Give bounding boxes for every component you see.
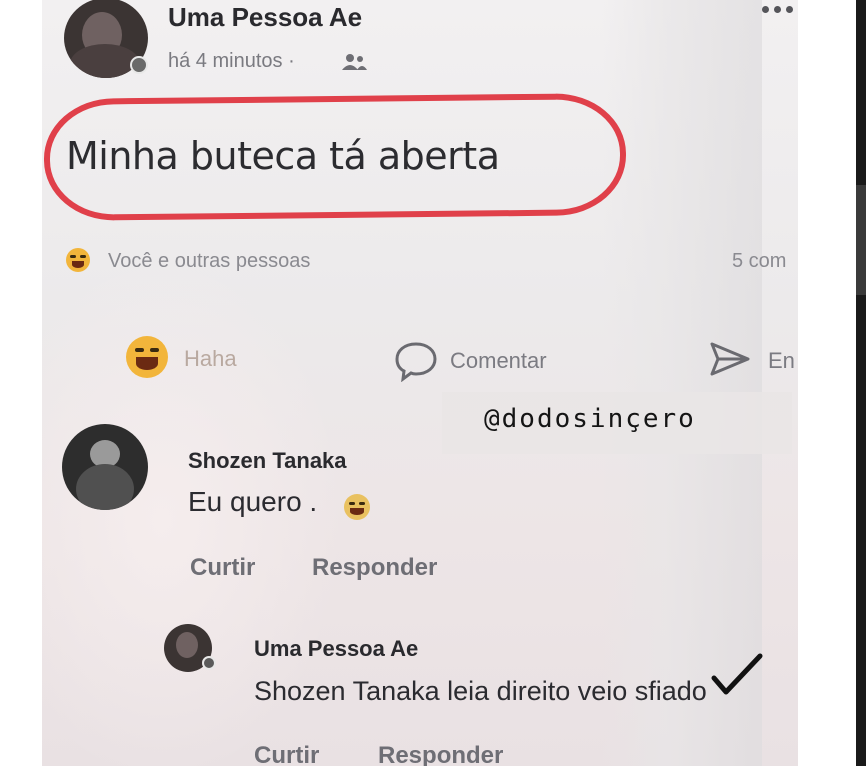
right-edge-accent bbox=[856, 185, 866, 295]
right-margin bbox=[798, 0, 856, 766]
share-button[interactable]: En bbox=[708, 338, 798, 382]
like-link[interactable]: Curtir bbox=[190, 554, 255, 582]
right-edge-bar bbox=[856, 0, 866, 766]
reply-author-name[interactable]: Uma Pessoa Ae bbox=[254, 636, 418, 662]
haha-button[interactable]: Haha bbox=[126, 336, 266, 380]
send-icon bbox=[710, 342, 750, 376]
speech-bubble-icon bbox=[395, 342, 437, 382]
post-screenshot: Uma Pessoa Ae há 4 minutos · Minha butec… bbox=[42, 0, 798, 766]
reply-like-link[interactable]: Curtir bbox=[254, 742, 319, 766]
more-dots-icon[interactable] bbox=[762, 6, 796, 16]
comments-count[interactable]: 5 com bbox=[732, 250, 786, 273]
comment-text: Eu quero . bbox=[188, 486, 318, 517]
comment-label: Comentar bbox=[450, 348, 547, 373]
haha-label: Haha bbox=[184, 346, 237, 371]
comment-author-avatar[interactable] bbox=[62, 424, 148, 510]
grinning-emoji-icon bbox=[344, 494, 370, 520]
reply-reply-link[interactable]: Responder bbox=[378, 742, 503, 766]
reply-text: Shozen Tanaka leia direito veio sfiado bbox=[254, 676, 707, 706]
checkmark-icon bbox=[711, 653, 763, 695]
comment-author-name[interactable]: Shozen Tanaka bbox=[188, 448, 347, 474]
haha-reaction-icon bbox=[66, 248, 90, 272]
share-label: En bbox=[768, 348, 795, 373]
online-status-dot bbox=[130, 56, 148, 74]
friends-icon bbox=[342, 54, 367, 70]
reply-link[interactable]: Responder bbox=[312, 554, 437, 582]
post-timestamp[interactable]: há 4 minutos · bbox=[168, 50, 295, 73]
comment-button[interactable]: Comentar bbox=[394, 338, 584, 382]
reply-online-dot bbox=[202, 656, 216, 670]
reactions-summary[interactable]: Você e outras pessoas bbox=[108, 250, 310, 273]
haha-icon bbox=[126, 336, 168, 378]
watermark-handle: @dodosinçero bbox=[484, 404, 696, 434]
post-author-name[interactable]: Uma Pessoa Ae bbox=[168, 2, 362, 33]
red-highlight-circle bbox=[43, 92, 627, 222]
